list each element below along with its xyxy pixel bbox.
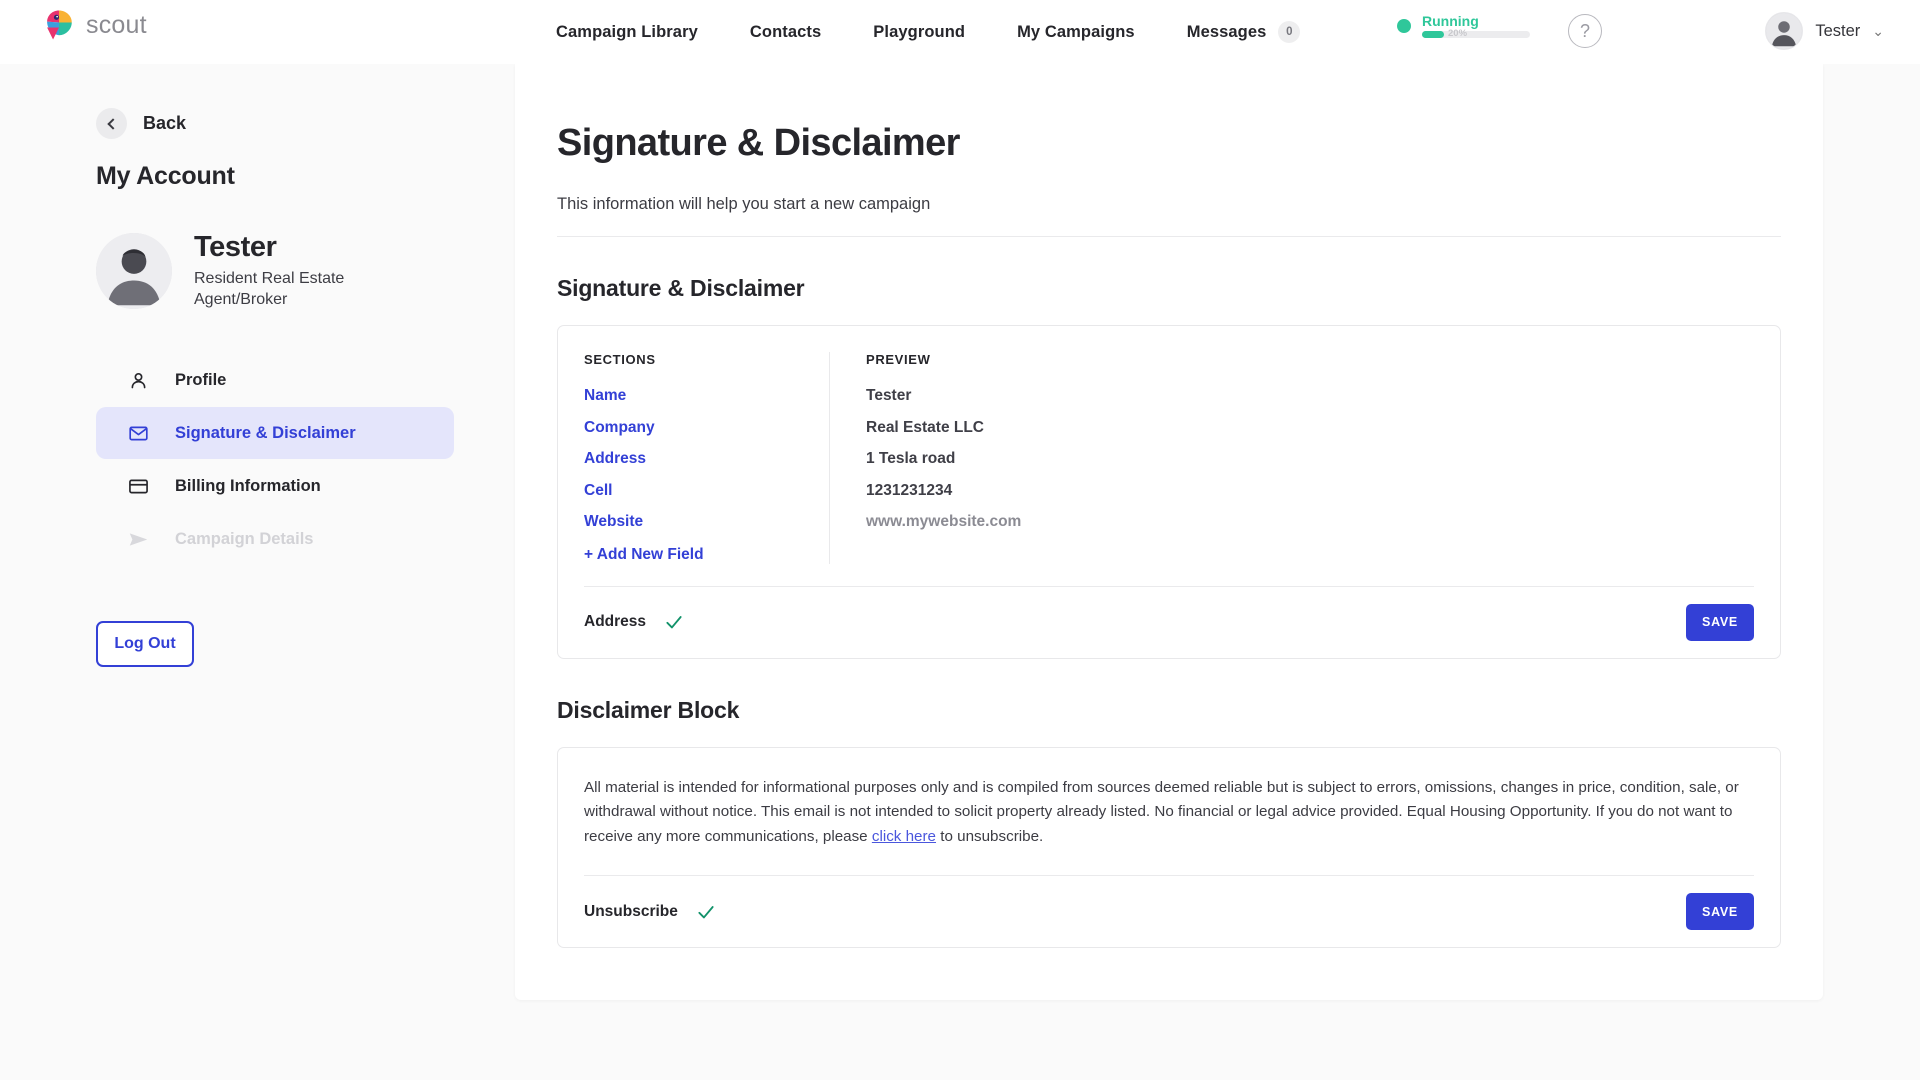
preview-list: Tester Real Estate LLC 1 Tesla road 1231… [866,388,1754,530]
add-new-field-button[interactable]: + Add New Field [584,546,811,564]
unsubscribe-link[interactable]: click here [872,828,936,845]
back-button[interactable]: Back [96,108,512,139]
preview-column: PREVIEW Tester Real Estate LLC 1 Tesla r… [829,352,1754,564]
profile-summary: Tester Resident Real Estate Agent/Broker [96,232,512,310]
sections-list: Name Company Address Cell Website + Add … [584,388,811,564]
profile-avatar [96,233,172,310]
profile-name: Tester [194,231,277,263]
nav-label: Messages [1186,22,1267,41]
messages-count-badge: 0 [1278,21,1301,43]
list-item: 1231231234 [866,481,953,499]
back-circle[interactable] [96,108,127,139]
nav-label: My Campaigns [1017,22,1135,41]
disclaimer-text: All material is intended for information… [558,748,1780,854]
signature-panel-footer: Address SAVE [584,585,1754,658]
primary-nav-links: Campaign Library Contacts Playground My … [530,0,1326,64]
account-sidebar: Back My Account Tester Resident Real Est… [0,64,512,1080]
disclaimer-text-after-link: to unsubscribe. [936,827,1044,845]
save-button[interactable]: SAVE [1686,893,1754,931]
sidebar-item-billing-information[interactable]: Billing Information [96,460,454,512]
nav-messages[interactable]: Messages 0 [1161,21,1327,43]
signature-footer-label: Address [584,613,647,630]
profile-role: Resident Real Estate Agent/Broker [194,270,345,308]
credit-card-icon [129,479,148,494]
nav-playground[interactable]: Playground [847,23,991,42]
nav-label: Campaign Library [556,22,698,41]
save-button[interactable]: SAVE [1686,603,1754,641]
disclaimer-section-heading: Disclaimer Block [557,696,740,723]
sidebar-item-label: Campaign Details [175,529,314,548]
back-label: Back [143,113,187,133]
brand-name: scout [86,10,147,39]
log-out-button[interactable]: Log Out [96,621,194,668]
list-item: 1 Tesla road [866,450,956,467]
check-icon [698,905,714,919]
nav-label: Playground [873,22,966,41]
list-item: Tester [866,387,912,404]
header-divider [557,236,1781,237]
question-mark-icon: ? [1579,20,1590,41]
paper-plane-icon [129,533,148,546]
envelope-icon [129,426,148,441]
disclaimer-panel: All material is intended for information… [557,746,1781,949]
chevron-down-icon: ⌄ [1872,22,1884,39]
sidebar-item-campaign-details: Campaign Details [96,513,454,565]
list-item: Real Estate LLC [866,418,985,436]
list-item[interactable]: Name [584,388,811,404]
status-progress-fill [1422,31,1444,38]
list-item[interactable]: Address [584,451,811,467]
person-icon [131,372,146,389]
nav-my-campaigns[interactable]: My Campaigns [991,23,1161,42]
disclaimer-footer-label: Unsubscribe [584,902,678,920]
nav-label: Contacts [749,22,822,41]
disclaimer-panel-footer: Unsubscribe SAVE [584,875,1754,947]
chevron-left-icon [107,117,119,130]
disclaimer-text-before-link: All material is intended for information… [584,778,1739,845]
sections-column: SECTIONS Name Company Address Cell Websi… [584,352,829,564]
campaign-status-indicator: Running 20% [1397,13,1530,39]
parrot-logo-icon [47,10,72,40]
check-icon [666,616,682,629]
signature-section-heading: Signature & Disclaimer [557,275,805,301]
signature-panel-body: SECTIONS Name Company Address Cell Websi… [558,326,1780,564]
list-item[interactable]: Cell [584,482,811,499]
user-name-label: Tester [1815,21,1861,40]
sidebar-item-label: Signature & Disclaimer [175,423,356,442]
signature-footer-status: Address [584,612,684,632]
help-button[interactable]: ? [1568,14,1602,48]
main-heading: Signature & Disclaimer [557,122,960,164]
sections-column-header: SECTIONS [584,352,656,367]
list-item[interactable]: Website [584,514,811,530]
status-dot-icon [1397,19,1411,33]
signature-panel: SECTIONS Name Company Address Cell Websi… [557,325,1781,659]
brand-logo[interactable]: scout [42,8,147,42]
avatar [1765,12,1804,50]
page-title: My Account [96,162,235,190]
user-menu[interactable]: Tester ⌄ [1765,12,1884,50]
sidebar-item-signature-disclaimer[interactable]: Signature & Disclaimer [96,407,454,460]
top-navigation-bar: scout Campaign Library Contacts Playgrou… [0,0,1920,64]
list-item[interactable]: Company [584,419,811,436]
sidebar-item-label: Profile [175,370,227,389]
status-label: Running [1422,13,1479,29]
main-subtitle: This information will help you start a n… [557,195,931,213]
status-progress-label: 20% [1448,28,1468,39]
list-item: www.mywebsite.com [866,513,1022,530]
sidebar-nav: Profile Signature & Disclaimer Billing I… [96,354,454,565]
nav-campaign-library[interactable]: Campaign Library [530,23,724,42]
sidebar-item-label: Billing Information [175,476,321,495]
disclaimer-footer-status: Unsubscribe [584,902,716,922]
sidebar-item-profile[interactable]: Profile [96,354,454,406]
main-content-card: Signature & Disclaimer This information … [515,64,1823,1001]
preview-column-header: PREVIEW [866,352,931,367]
nav-contacts[interactable]: Contacts [724,23,847,42]
status-progress-bar: 20% [1422,28,1530,39]
page-body: Back My Account Tester Resident Real Est… [0,64,1920,1080]
